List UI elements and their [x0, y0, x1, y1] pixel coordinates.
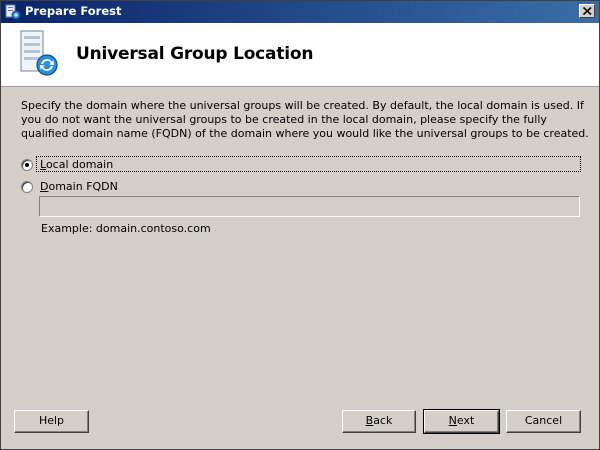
page-title: Universal Group Location — [76, 44, 314, 64]
example-text: Example: domain.contoso.com — [41, 222, 211, 235]
window-title: Prepare Forest — [25, 4, 122, 18]
domain-fqdn-radio[interactable] — [21, 181, 33, 193]
app-icon — [5, 4, 21, 20]
domain-fqdn-input[interactable] — [39, 196, 580, 217]
cancel-button[interactable]: Cancel — [506, 410, 581, 433]
back-button[interactable]: Back — [342, 410, 416, 433]
server-group-icon — [20, 30, 58, 76]
close-button[interactable] — [579, 4, 595, 18]
wizard-header: Universal Group Location — [1, 23, 599, 87]
local-domain-radio[interactable] — [21, 159, 33, 171]
focus-outline — [36, 156, 581, 172]
prepare-forest-dialog: Prepare Forest Universal Group Location … — [0, 0, 600, 450]
domain-fqdn-label[interactable]: Domain FQDN — [40, 180, 118, 193]
close-icon — [583, 7, 592, 15]
help-button[interactable]: Help — [14, 410, 89, 433]
title-bar[interactable]: Prepare Forest — [1, 1, 599, 23]
description-text: Specify the domain where the universal g… — [21, 99, 589, 140]
next-button[interactable]: Next — [423, 409, 500, 434]
